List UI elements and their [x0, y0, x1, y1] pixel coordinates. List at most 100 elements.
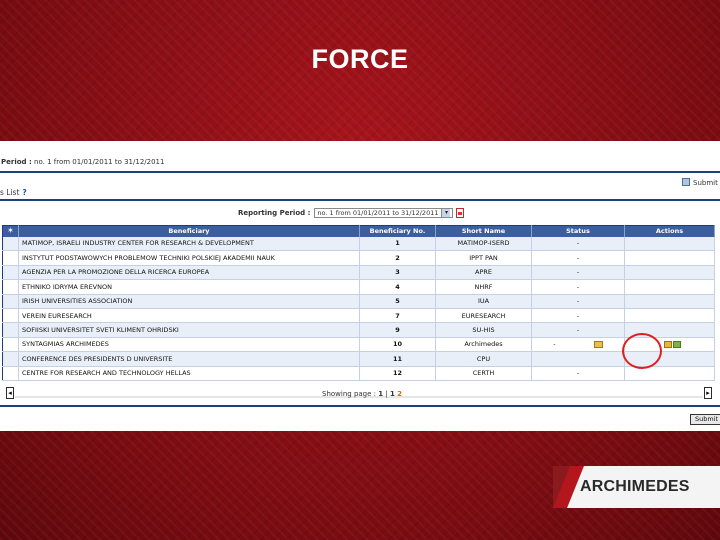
column-header[interactable]: Beneficiary [18, 225, 360, 237]
short-name-cell: NHRF [435, 279, 532, 295]
scroll-left-button[interactable]: ◂ [6, 387, 14, 399]
beneficiary-no-cell: 11 [359, 351, 436, 367]
table-row[interactable]: CONFERENCE DES PRESIDENTS D UNIVERSITE 1… [2, 351, 715, 367]
period-line: Period : no. 1 from 01/01/2011 to 31/12/… [0, 158, 720, 169]
divider [0, 199, 720, 201]
short-name-cell: MATIMOP-ISERD [435, 236, 532, 252]
actions-cell [624, 250, 715, 266]
row-marker [2, 351, 19, 367]
beneficiary-no-cell: 3 [359, 265, 436, 281]
column-header[interactable]: Actions [624, 225, 715, 237]
table-row[interactable]: VEREIN EURESEARCH 7 EURESEARCH - [2, 308, 715, 324]
table-row[interactable]: MATIMOP, ISRAELI INDUSTRY CENTER FOR RES… [2, 236, 715, 252]
beneficiary-cell: MATIMOP, ISRAELI INDUSTRY CENTER FOR RES… [18, 236, 360, 252]
reporting-period-label: Reporting Period : [238, 209, 311, 217]
divider [0, 405, 720, 407]
table-row[interactable]: SYNTAGMIAS ARCHIMEDES 10 Archimedes - [2, 337, 715, 353]
archimedes-logo: ARCHIMEDES [553, 466, 720, 508]
approve-icon[interactable] [673, 340, 681, 348]
beneficiary-cell: VEREIN EURESEARCH [18, 308, 360, 324]
status-cell: - [531, 250, 625, 266]
beneficiary-cell: INSTYTUT PODSTAWOWYCH PROBLEMOW TECHNIKI… [18, 250, 360, 266]
row-marker [2, 366, 19, 381]
status-cell: - [531, 265, 625, 281]
submit-button[interactable]: Submit [690, 414, 720, 425]
actions-cell [624, 294, 715, 309]
short-name-cell: IPPT PAN [435, 250, 532, 266]
row-marker [2, 250, 19, 266]
row-marker [2, 322, 19, 338]
beneficiary-no-cell: 1 [359, 236, 436, 252]
pin-icon: ✶ [7, 226, 14, 236]
edit-icon[interactable] [593, 340, 603, 348]
short-name-cell: IUA [435, 294, 532, 309]
row-marker [2, 279, 19, 295]
page-link-1[interactable]: 1 [390, 390, 395, 398]
submit-icon [682, 178, 690, 186]
actions-cell [624, 236, 715, 252]
status-cell [531, 351, 625, 367]
status-value: - [553, 340, 556, 349]
beneficiary-no-cell: 10 [359, 337, 436, 353]
beneficiary-no-cell: 2 [359, 250, 436, 266]
beneficiary-cell: SYNTAGMIAS ARCHIMEDES [18, 337, 360, 353]
paging-label: Showing page : [322, 390, 377, 398]
beneficiary-no-cell: 5 [359, 294, 436, 309]
table-row[interactable]: ETHNIKO IDRYMA EREVNON 4 NHRF - [2, 279, 715, 295]
submit-link-top[interactable]: Submit [682, 178, 718, 187]
row-marker [2, 265, 19, 281]
table-header-row: ✶ Beneficiary Beneficiary No. Short Name… [2, 225, 715, 237]
beneficiary-cell: IRISH UNIVERSITIES ASSOCIATION [18, 294, 360, 309]
column-header[interactable]: Status [531, 225, 625, 237]
app-screenshot: Period : no. 1 from 01/01/2011 to 31/12/… [0, 141, 720, 431]
table-row[interactable]: IRISH UNIVERSITIES ASSOCIATION 5 IUA - [2, 294, 715, 309]
period-value: no. 1 from 01/01/2011 to 31/12/2011 [34, 158, 165, 166]
pagination: Showing page : 1 | 1 2 [322, 390, 402, 398]
table-row[interactable]: INSTYTUT PODSTAWOWYCH PROBLEMOW TECHNIKI… [2, 250, 715, 266]
status-cell: - [531, 337, 625, 353]
table-row[interactable]: AGENZIA PER LA PROMOZIONE DELLA RICERCA … [2, 265, 715, 281]
reporting-period-row: Reporting Period : no. 1 from 01/01/2011… [238, 207, 465, 219]
list-label: s List [0, 188, 20, 197]
short-name-cell: CERTH [435, 366, 532, 381]
beneficiary-no-cell: 12 [359, 366, 436, 381]
paging-separator: | [385, 390, 388, 398]
actions-cell [624, 279, 715, 295]
page-link-2[interactable]: 2 [397, 390, 402, 398]
highlight-circle [622, 333, 662, 369]
table-row[interactable]: CENTRE FOR RESEARCH AND TECHNOLOGY HELLA… [2, 366, 715, 381]
status-cell: - [531, 279, 625, 295]
reporting-period-value: no. 1 from 01/01/2011 to 31/12/2011 [317, 209, 439, 217]
submit-label: Submit [693, 179, 718, 187]
divider [0, 171, 720, 173]
actions-cell [624, 265, 715, 281]
period-label: Period : [1, 158, 32, 166]
beneficiary-no-cell: 7 [359, 308, 436, 324]
status-cell: - [531, 322, 625, 338]
short-name-cell: Archimedes [435, 337, 532, 353]
beneficiary-cell: CONFERENCE DES PRESIDENTS D UNIVERSITE [18, 351, 360, 367]
pin-header-cell: ✶ [2, 225, 19, 237]
scroll-right-button[interactable]: ▸ [704, 387, 712, 399]
short-name-cell: SU-HIS [435, 322, 532, 338]
pdf-icon[interactable] [456, 208, 465, 218]
beneficiary-cell: AGENZIA PER LA PROMOZIONE DELLA RICERCA … [18, 265, 360, 281]
reporting-period-select[interactable]: no. 1 from 01/01/2011 to 31/12/2011 ▾ [314, 208, 454, 218]
help-icon[interactable]: ? [22, 188, 26, 197]
status-cell: - [531, 294, 625, 309]
column-header[interactable]: Beneficiary No. [359, 225, 436, 237]
column-header[interactable]: Short Name [435, 225, 532, 237]
document-icon[interactable] [664, 340, 672, 348]
actions-cell [624, 308, 715, 324]
row-marker [2, 337, 19, 353]
short-name-cell: CPU [435, 351, 532, 367]
beneficiary-no-cell: 9 [359, 322, 436, 338]
logo-text: ARCHIMEDES [580, 478, 690, 495]
paging-current: 1 [378, 390, 384, 398]
beneficiary-cell: CENTRE FOR RESEARCH AND TECHNOLOGY HELLA… [18, 366, 360, 381]
table-row[interactable]: SOFIISKI UNIVERSITET SVETI KLIMENT OHRID… [2, 322, 715, 338]
short-name-cell: EURESEARCH [435, 308, 532, 324]
row-marker [2, 294, 19, 309]
chevron-down-icon: ▾ [441, 209, 451, 217]
row-marker [2, 236, 19, 252]
